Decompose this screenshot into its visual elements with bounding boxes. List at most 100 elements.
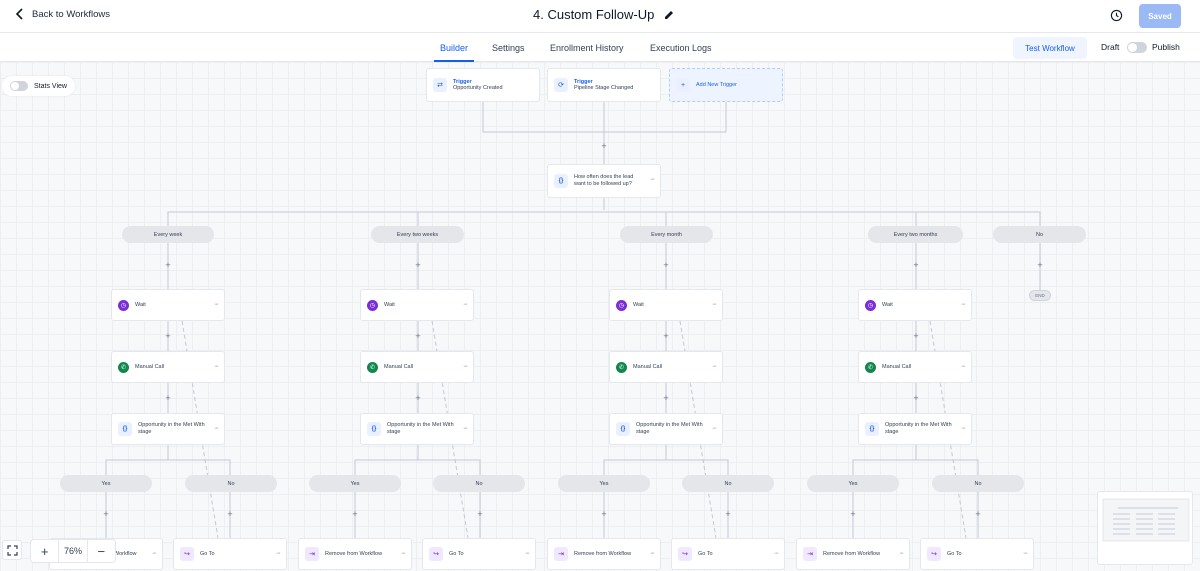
pencil-icon[interactable] bbox=[664, 10, 674, 20]
wait-node[interactable]: ◷ Wait ··· bbox=[360, 289, 474, 321]
add-step-plus[interactable]: + bbox=[1036, 261, 1044, 270]
branch-no[interactable]: No bbox=[932, 475, 1024, 492]
branch-no[interactable]: No bbox=[433, 475, 525, 492]
add-step-plus[interactable]: + bbox=[476, 510, 484, 519]
manual-call-node[interactable]: ✆ Manual Call ··· bbox=[609, 351, 723, 383]
wait-node[interactable]: ◷ Wait ··· bbox=[609, 289, 723, 321]
add-step-plus[interactable]: + bbox=[849, 510, 857, 519]
branch-yes[interactable]: Yes bbox=[60, 475, 152, 492]
add-step-plus[interactable]: + bbox=[102, 510, 110, 519]
tab-settings[interactable]: Settings bbox=[492, 33, 525, 62]
braces-icon: {} bbox=[616, 422, 630, 436]
more-icon[interactable]: ··· bbox=[712, 301, 717, 308]
add-step-plus[interactable]: + bbox=[912, 394, 920, 403]
tab-builder[interactable]: Builder bbox=[433, 33, 475, 62]
add-step-plus[interactable]: + bbox=[226, 510, 234, 519]
add-step-plus[interactable]: + bbox=[724, 510, 732, 519]
tab-enrollment-history[interactable]: Enrollment History bbox=[550, 33, 624, 62]
add-step-plus[interactable]: + bbox=[662, 394, 670, 403]
branch-no[interactable]: No bbox=[682, 475, 774, 492]
manual-call-node[interactable]: ✆ Manual Call ··· bbox=[858, 351, 972, 383]
add-step-plus[interactable]: + bbox=[164, 394, 172, 403]
add-step-plus[interactable]: + bbox=[912, 261, 920, 270]
more-icon[interactable]: ··· bbox=[152, 550, 157, 557]
zoom-out-button[interactable]: − bbox=[88, 544, 115, 559]
go-to-node[interactable]: ↪ Go To ··· bbox=[671, 538, 785, 570]
manual-call-node[interactable]: ✆ Manual Call ··· bbox=[360, 351, 474, 383]
go-to-node[interactable]: ↪ Go To ··· bbox=[173, 538, 287, 570]
add-step-plus[interactable]: + bbox=[662, 261, 670, 270]
add-step-plus[interactable]: + bbox=[414, 261, 422, 270]
branch-every-week[interactable]: Every week bbox=[122, 226, 214, 243]
wait-node[interactable]: ◷ Wait ··· bbox=[111, 289, 225, 321]
more-icon[interactable]: ··· bbox=[214, 425, 219, 432]
saved-button[interactable]: Saved bbox=[1139, 4, 1181, 28]
add-new-trigger-button[interactable]: + Add New Trigger bbox=[669, 68, 783, 102]
more-icon[interactable]: ··· bbox=[214, 363, 219, 370]
stage-condition-node[interactable]: {} Opportunity in the Met With stage ··· bbox=[858, 413, 972, 445]
add-step-plus[interactable]: + bbox=[164, 261, 172, 270]
add-step-plus[interactable]: + bbox=[662, 332, 670, 341]
more-icon[interactable]: ··· bbox=[961, 363, 966, 370]
goto-label: Go To bbox=[698, 550, 713, 557]
more-icon[interactable]: ··· bbox=[214, 301, 219, 308]
more-icon[interactable]: ··· bbox=[463, 363, 468, 370]
remove-from-workflow-node[interactable]: ⇥ Remove from Workflow ··· bbox=[796, 538, 910, 570]
wait-node[interactable]: ◷ Wait ··· bbox=[858, 289, 972, 321]
zoom-in-button[interactable]: + bbox=[31, 544, 58, 559]
more-icon[interactable]: ··· bbox=[276, 550, 281, 557]
more-icon[interactable]: ··· bbox=[650, 176, 655, 183]
clock-icon: ◷ bbox=[865, 299, 876, 311]
minimap[interactable] bbox=[1097, 491, 1193, 565]
branch-no[interactable]: No bbox=[185, 475, 277, 492]
manual-call-node[interactable]: ✆ Manual Call ··· bbox=[111, 351, 225, 383]
condition-node[interactable]: {} How often does the lead want to be fo… bbox=[547, 164, 661, 198]
add-step-plus[interactable]: + bbox=[164, 332, 172, 341]
more-icon[interactable]: ··· bbox=[961, 301, 966, 308]
add-step-plus[interactable]: + bbox=[351, 510, 359, 519]
more-icon[interactable]: ··· bbox=[774, 550, 779, 557]
branch-every-month[interactable]: Every month bbox=[620, 226, 713, 243]
back-to-workflows-link[interactable]: Back to Workflows bbox=[14, 8, 110, 20]
fit-view-button[interactable] bbox=[2, 540, 22, 560]
branch-no[interactable]: No bbox=[993, 226, 1086, 243]
stats-view-toggle[interactable]: Stats View bbox=[2, 76, 75, 96]
stats-switch[interactable] bbox=[10, 81, 28, 91]
more-icon[interactable]: ··· bbox=[1023, 550, 1028, 557]
go-to-node[interactable]: ↪ Go To ··· bbox=[422, 538, 536, 570]
branch-yes[interactable]: Yes bbox=[807, 475, 899, 492]
stage-condition-node[interactable]: {} Opportunity in the Met With stage ··· bbox=[609, 413, 723, 445]
more-icon[interactable]: ··· bbox=[712, 363, 717, 370]
more-icon[interactable]: ··· bbox=[463, 301, 468, 308]
more-icon[interactable]: ··· bbox=[401, 550, 406, 557]
add-step-plus[interactable]: + bbox=[974, 510, 982, 519]
history-icon[interactable] bbox=[1110, 9, 1123, 22]
tab-execution-logs[interactable]: Execution Logs bbox=[650, 33, 712, 62]
more-icon[interactable]: ··· bbox=[525, 550, 530, 557]
add-step-plus[interactable]: + bbox=[600, 510, 608, 519]
remove-from-workflow-node[interactable]: ⇥ Remove from Workflow ··· bbox=[298, 538, 412, 570]
refresh-icon: ⟳ bbox=[554, 78, 568, 92]
add-step-plus[interactable]: + bbox=[414, 332, 422, 341]
test-workflow-button[interactable]: Test Workflow bbox=[1013, 37, 1087, 59]
trigger-pipeline-stage-changed[interactable]: ⟳ Trigger Pipeline Stage Changed bbox=[547, 68, 661, 102]
trigger-opportunity-created[interactable]: ⇄ Trigger Opportunity Created bbox=[426, 68, 540, 102]
branch-every-two-weeks[interactable]: Every two weeks bbox=[371, 226, 464, 243]
branch-yes[interactable]: Yes bbox=[558, 475, 650, 492]
more-icon[interactable]: ··· bbox=[463, 425, 468, 432]
remove-from-workflow-node[interactable]: ⇥ Remove from Workflow ··· bbox=[547, 538, 661, 570]
branch-yes[interactable]: Yes bbox=[309, 475, 401, 492]
stage-condition-node[interactable]: {} Opportunity in the Met With stage ··· bbox=[360, 413, 474, 445]
more-icon[interactable]: ··· bbox=[712, 425, 717, 432]
workflow-canvas[interactable]: Stats View ⇄ Trigger Opportunity Created… bbox=[0, 62, 1200, 571]
more-icon[interactable]: ··· bbox=[961, 425, 966, 432]
more-icon[interactable]: ··· bbox=[899, 550, 904, 557]
publish-toggle[interactable] bbox=[1127, 42, 1147, 53]
go-to-node[interactable]: ↪ Go To ··· bbox=[920, 538, 1034, 570]
add-step-plus[interactable]: + bbox=[912, 332, 920, 341]
stage-condition-node[interactable]: {} Opportunity in the Met With stage ··· bbox=[111, 413, 225, 445]
branch-every-two-months[interactable]: Every two months bbox=[868, 226, 963, 243]
more-icon[interactable]: ··· bbox=[650, 550, 655, 557]
add-step-plus[interactable]: + bbox=[414, 394, 422, 403]
add-step-plus[interactable]: + bbox=[600, 142, 608, 151]
